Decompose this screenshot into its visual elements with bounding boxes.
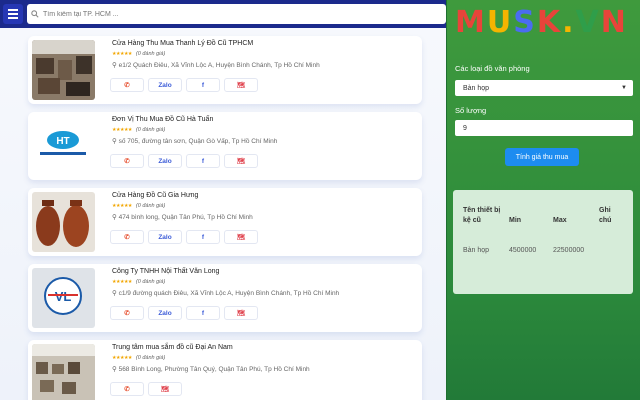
logo-letter: N: [600, 5, 627, 40]
search-icon: [31, 10, 39, 18]
zalo-button[interactable]: Zalo: [148, 230, 182, 244]
rating-stars: ★★★★★ (0 đánh giá): [112, 51, 166, 57]
listing-address: ⚲ 568 Bình Long, Phường Tân Quý, Quận Tâ…: [112, 366, 310, 373]
listing-title[interactable]: Cửa Hàng Đồ Cũ Gia Hưng: [112, 192, 198, 199]
cell-min: 4500000: [509, 247, 537, 254]
header-max: Max: [553, 217, 567, 224]
rating-stars: ★★★★★ (0 đánh giá): [112, 203, 166, 209]
rating-count: (0 đánh giá): [135, 51, 166, 57]
rating-stars: ★★★★★ (0 đánh giá): [112, 355, 166, 361]
map-button[interactable]: 🗺: [148, 382, 182, 396]
listing-address: ⚲ số 705, đường tân sơn, Quận Gò Vấp, Tp…: [112, 138, 278, 145]
listing-address: ⚲ e1/2 Quách Điêu, Xã Vĩnh Lộc A, Huyện …: [112, 62, 320, 69]
zalo-button[interactable]: Zalo: [148, 154, 182, 168]
map-button[interactable]: 🗺: [224, 154, 258, 168]
logo-letter: K: [536, 5, 562, 40]
calculate-price-button[interactable]: Tính giá thu mua: [505, 148, 579, 166]
logo-letter: V: [575, 5, 600, 40]
rating-count: (0 đánh giá): [135, 355, 166, 361]
logo-letter: .: [562, 5, 575, 40]
logo-letter: U: [486, 5, 513, 40]
facebook-button[interactable]: f: [186, 306, 220, 320]
listing-image: [32, 344, 95, 400]
map-button[interactable]: 🗺: [224, 230, 258, 244]
listing-title[interactable]: Cửa Hàng Thu Mua Thanh Lý Đồ Cũ TPHCM: [112, 40, 253, 47]
phone-button[interactable]: ✆: [110, 306, 144, 320]
logo-letter: S: [513, 5, 536, 40]
header-note: Ghi chú: [599, 207, 612, 224]
phone-button[interactable]: ✆: [110, 154, 144, 168]
musk-logo: MUSK.VN: [455, 8, 627, 38]
facebook-button[interactable]: f: [186, 78, 220, 92]
price-result-table: Tên thiết bị kệ cũ Min Max Ghi chú Bàn h…: [453, 190, 633, 294]
listing-image: VL: [32, 268, 95, 328]
zalo-button[interactable]: Zalo: [148, 78, 182, 92]
chevron-down-icon: ▼: [621, 85, 627, 91]
listing-image: HT: [32, 116, 95, 176]
cell-device: Bàn họp: [463, 247, 490, 254]
phone-button[interactable]: ✆: [110, 382, 144, 396]
zalo-button[interactable]: Zalo: [148, 306, 182, 320]
category-select[interactable]: Bàn họp ▼: [455, 80, 633, 96]
rating-count: (0 đánh giá): [135, 279, 166, 285]
header-min: Min: [509, 217, 522, 224]
facebook-button[interactable]: f: [186, 154, 220, 168]
rating-stars: ★★★★★ (0 đánh giá): [112, 279, 166, 285]
listing-title[interactable]: Đơn Vị Thu Mua Đồ Cũ Hà Tuấn: [112, 116, 213, 123]
rating-count: (0 đánh giá): [135, 127, 166, 133]
map-button[interactable]: 🗺: [224, 306, 258, 320]
price-calculator-panel: MUSK.VN Các loại đồ văn phòng Bàn họp ▼ …: [446, 0, 640, 400]
cell-note: [599, 236, 623, 256]
listing-card[interactable]: Trung tâm mua sắm đồ cũ Đại An Nam ★★★★★…: [28, 340, 422, 400]
facebook-button[interactable]: f: [186, 230, 220, 244]
category-label: Các loại đồ văn phòng: [455, 64, 530, 73]
listing-title[interactable]: Trung tâm mua sắm đồ cũ Đại An Nam: [112, 344, 233, 351]
listing-panel: Cửa Hàng Thu Mua Thanh Lý Đồ Cũ TPHCM ★★…: [0, 0, 446, 400]
menu-button[interactable]: [3, 4, 23, 24]
listing-image: [32, 40, 95, 100]
logo-letter: M: [455, 5, 486, 40]
listing-image: [32, 192, 95, 252]
listing-title[interactable]: Công Ty TNHH Nội Thất Văn Long: [112, 268, 219, 275]
phone-button[interactable]: ✆: [110, 230, 144, 244]
cell-max: 22500000: [553, 247, 585, 254]
svg-text:HT: HT: [56, 136, 69, 147]
map-button[interactable]: 🗺: [224, 78, 258, 92]
listing-card[interactable]: Cửa Hàng Thu Mua Thanh Lý Đồ Cũ TPHCM ★★…: [28, 36, 422, 104]
quantity-label: Số lượng: [455, 106, 487, 115]
table-row: Bàn họp 4500000 22500000: [463, 236, 623, 256]
listing-card[interactable]: HT Đơn Vị Thu Mua Đồ Cũ Hà Tuấn ★★★★★ (0 …: [28, 112, 422, 180]
listing-card[interactable]: VL Công Ty TNHH Nội Thất Văn Long ★★★★★(…: [28, 264, 422, 332]
phone-button[interactable]: ✆: [110, 78, 144, 92]
listing-card[interactable]: Cửa Hàng Đồ Cũ Gia Hưng ★★★★★ (0 đánh giá…: [28, 188, 422, 256]
listing-address: ⚲ 474 bình long, Quận Tân Phú, Tp Hồ Chí…: [112, 214, 253, 221]
top-bar: [0, 0, 446, 28]
svg-text:VL: VL: [55, 289, 72, 304]
quantity-input[interactable]: 9: [455, 120, 633, 136]
listing-address: ⚲ c1/9 đường quách Điêu, Xã Vĩnh Lộc A, …: [112, 290, 340, 297]
rating-count: (0 đánh giá): [135, 203, 166, 209]
header-device-name: Tên thiết bị kệ cũ: [463, 207, 501, 224]
search-box[interactable]: [27, 4, 446, 24]
search-input[interactable]: [43, 10, 423, 18]
rating-stars: ★★★★★ (0 đánh giá): [112, 127, 166, 133]
